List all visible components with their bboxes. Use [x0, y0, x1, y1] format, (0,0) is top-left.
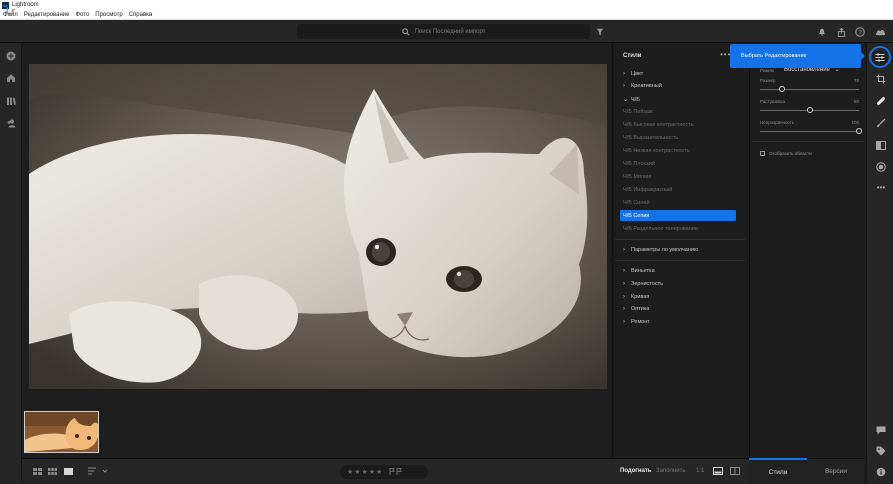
chevron-right-icon: › [623, 268, 625, 274]
divider [752, 141, 864, 142]
size-slider-value[interactable]: 78 [839, 78, 859, 83]
style-item[interactable]: Ч/Б Высокая контрастность [623, 122, 694, 128]
divider [615, 239, 745, 240]
styles-section-defaults[interactable]: › Параметры по умолчанию [623, 247, 698, 253]
menu-edit[interactable]: Редактирование [24, 12, 70, 18]
styles-section-creative[interactable]: › Креативный [623, 83, 662, 89]
size-slider-track[interactable] [760, 89, 859, 90]
heal-tool-panel [749, 43, 866, 458]
edit-section-repair[interactable]: › Ремонт [623, 319, 650, 325]
sort-icon[interactable] [88, 467, 108, 477]
detail-view-icon[interactable] [64, 468, 73, 477]
menu-photo[interactable]: Фото [75, 12, 89, 18]
feather-slider-value[interactable]: 50 [839, 99, 859, 104]
window-titlebar: Lr Lightroom [0, 0, 893, 10]
healing-icon[interactable] [874, 94, 888, 108]
info-icon[interactable] [874, 465, 888, 479]
compare-view-icon[interactable] [730, 467, 740, 477]
edit-section-grain[interactable]: › Зернистость [623, 281, 663, 287]
opacity-slider-label: Непрозрачность [760, 120, 795, 125]
rating-stars[interactable]: ★★★★★ [347, 468, 383, 476]
chevron-right-icon: › [623, 281, 625, 287]
style-item[interactable]: Ч/Б Мягкие [623, 174, 651, 180]
add-photos-icon[interactable] [5, 50, 17, 62]
flag-icon[interactable] [389, 467, 403, 477]
style-item[interactable]: Ч/Б Инфракрасный [623, 187, 672, 193]
brush-icon[interactable] [874, 116, 888, 130]
style-item[interactable]: Ч/Б Низкая контрастность [623, 148, 690, 154]
style-item[interactable]: Ч/Б Плоский [623, 161, 655, 167]
comment-icon[interactable] [874, 423, 888, 437]
tooltip-arrow [860, 51, 865, 61]
zoom-fit-button[interactable]: Подогнать [620, 468, 651, 474]
chevron-right-icon: › [623, 71, 625, 77]
size-slider-label: Размер [760, 78, 776, 83]
tab-styles[interactable]: Стили [749, 458, 807, 484]
show-overlay-label: Отобразить области [769, 151, 812, 156]
chevron-right-icon: › [623, 319, 625, 325]
library-icon[interactable] [5, 95, 17, 107]
chevron-right-icon: › [623, 83, 625, 89]
window-title: Lightroom [12, 2, 39, 8]
search-icon [401, 27, 410, 36]
share-icon[interactable] [835, 26, 847, 38]
sliders-icon [875, 52, 885, 62]
menu-view[interactable]: Просмотр [95, 12, 122, 18]
more-tools-icon[interactable]: ••• [874, 180, 888, 194]
edit-tooltip: Выбрать Редактирование [730, 44, 861, 68]
zoom-fill-button[interactable]: Заполнить [656, 468, 685, 474]
filmstrip-thumbnail[interactable] [24, 411, 99, 453]
size-slider-knob[interactable] [778, 86, 785, 92]
divider [615, 260, 745, 261]
home-icon[interactable] [5, 72, 17, 84]
opacity-slider-knob[interactable] [856, 128, 862, 134]
feather-slider-label: Растушевка [760, 99, 786, 104]
opacity-slider-value[interactable]: 100 [839, 120, 859, 125]
tab-versions[interactable]: Версии [807, 458, 865, 484]
edit-section-optics[interactable]: › Оптика [623, 306, 649, 312]
cloud-icon[interactable] [874, 26, 886, 38]
menu-help[interactable]: Справка [129, 12, 153, 18]
styles-panel-title: Стили [623, 53, 642, 59]
styles-section-color[interactable]: › Цвет [623, 71, 643, 77]
help-icon[interactable]: ? [854, 26, 866, 38]
feather-slider-knob[interactable] [806, 107, 813, 113]
filter-icon[interactable] [594, 26, 606, 38]
right-tool-rail [866, 43, 893, 484]
radial-gradient-icon[interactable] [874, 160, 888, 174]
photo-grid-view-icon[interactable] [48, 468, 57, 477]
style-item[interactable]: Ч/Б Выразительность [623, 135, 678, 141]
styles-section-bw[interactable]: ⌄ Ч/Б [623, 96, 640, 104]
lr-logo: Lr [6, 6, 15, 16]
left-nav-rail [0, 43, 22, 484]
filmstrip-toggle-icon[interactable] [713, 467, 723, 477]
show-overlay-checkbox[interactable] [760, 151, 765, 156]
square-grid-view-icon[interactable] [33, 468, 43, 477]
style-item[interactable]: Ч/Б Раздельное тонирование [623, 226, 698, 232]
crop-icon[interactable] [874, 72, 888, 86]
main-photo[interactable] [29, 64, 607, 389]
search-input[interactable]: Поиск Последний импорт [297, 24, 590, 39]
style-item[interactable]: Ч/Б Синий [623, 200, 650, 206]
zoom-1-1-button[interactable]: 1:1 [696, 468, 704, 474]
chevron-down-icon: ⌄ [623, 97, 629, 103]
style-item[interactable]: Ч/Б Пейзаж [623, 109, 653, 115]
tag-icon[interactable] [874, 444, 888, 458]
star-rating[interactable]: ★★★★★ [340, 465, 428, 479]
bell-icon[interactable] [816, 26, 828, 38]
edit-section-curve[interactable]: › Кривая [623, 294, 649, 300]
opacity-slider-track[interactable] [760, 131, 859, 132]
mode-label: Режим [760, 68, 774, 73]
linear-gradient-icon[interactable] [874, 138, 888, 152]
menu-bar: Файл Редактирование Фото Просмотр Справк… [0, 10, 893, 20]
chevron-right-icon: › [623, 247, 625, 253]
edit-section-vignette[interactable]: › Виньетка [623, 268, 655, 274]
search-placeholder: Поиск Последний импорт [414, 28, 486, 35]
chevron-right-icon: › [623, 294, 625, 300]
edit-panel-button[interactable] [869, 46, 891, 68]
chevron-right-icon: › [623, 306, 625, 312]
style-item-selected[interactable]: Ч/Б Сепия [620, 210, 736, 221]
people-icon[interactable] [5, 117, 17, 129]
